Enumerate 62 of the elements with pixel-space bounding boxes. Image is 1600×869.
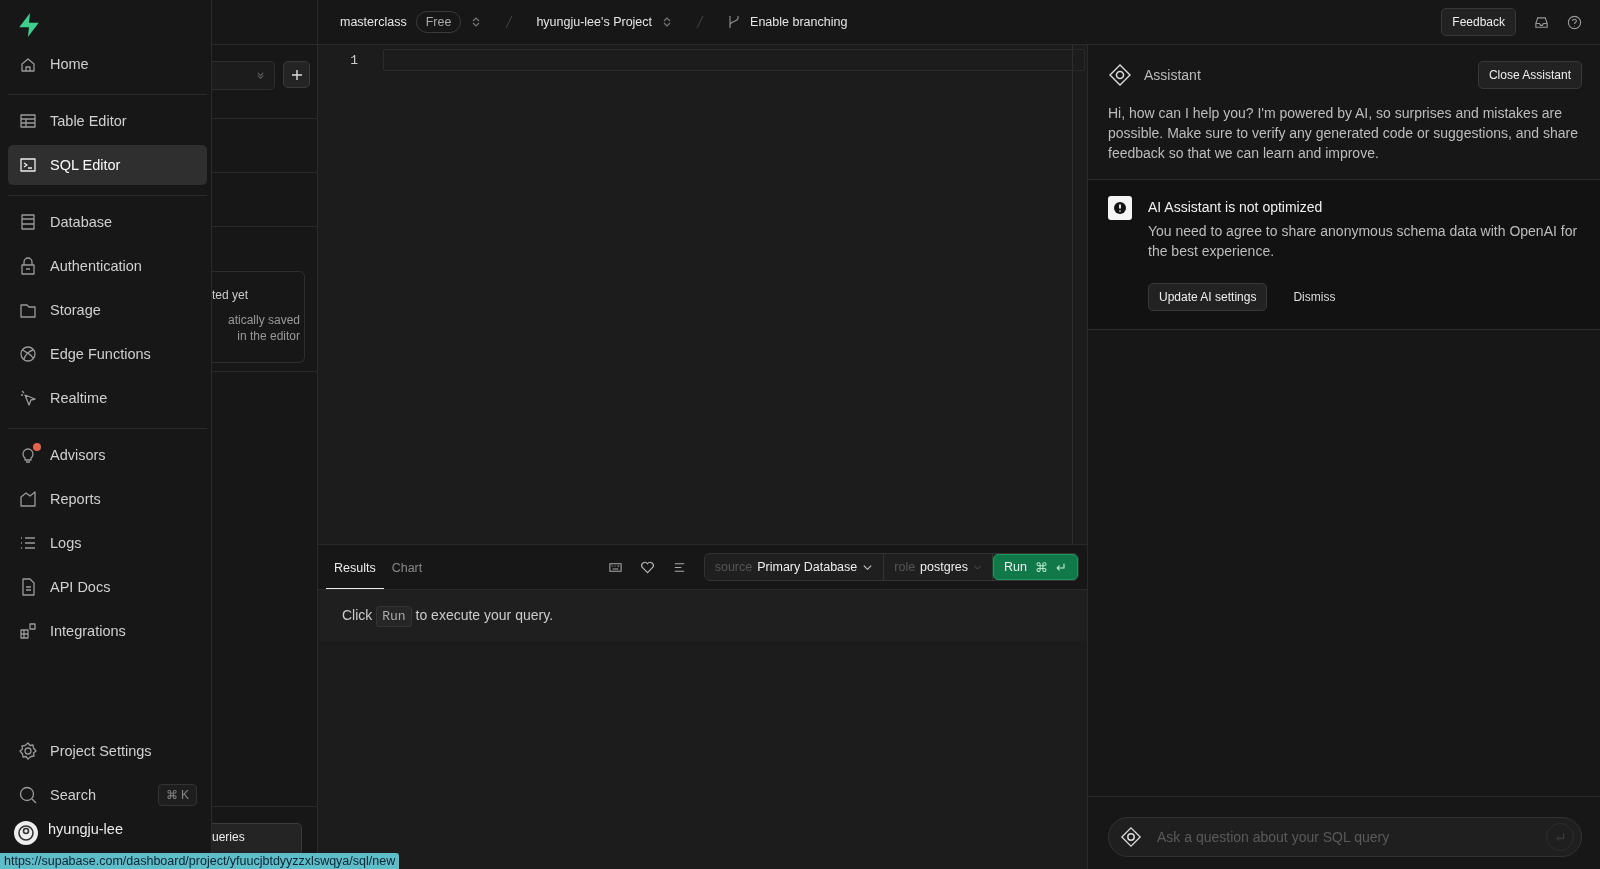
slash-icon <box>696 15 705 29</box>
branching-link[interactable]: Enable branching <box>750 15 848 29</box>
nav-item[interactable]: Integrations <box>8 611 207 651</box>
nav-item[interactable]: API Docs <box>8 567 207 607</box>
empty-title: ted yet <box>212 288 249 302</box>
org-name[interactable]: masterclass <box>340 15 407 29</box>
update-settings-button[interactable]: Update AI settings <box>1148 283 1268 311</box>
nav-item[interactable]: Reports <box>8 479 207 519</box>
nav-item[interactable]: Realtime <box>8 378 207 418</box>
nav-item[interactable]: Table Editor <box>8 101 207 141</box>
nav-item[interactable]: SQL Editor <box>8 145 207 185</box>
globe-icon <box>18 344 38 364</box>
alert-icon <box>1108 196 1132 220</box>
notice-text: You need to agree to share anonymous schema data with OpenAI for the best experience. <box>1148 222 1579 261</box>
help-icon[interactable] <box>1567 14 1582 30</box>
project-name[interactable]: hyungju-lee's Project <box>536 15 653 29</box>
empty-description: in the editor <box>237 328 301 344</box>
search-button[interactable]: Search ⌘ K <box>8 775 207 815</box>
chart-icon <box>18 489 38 509</box>
close-assistant-button[interactable]: Close Assistant <box>1477 61 1582 89</box>
inbox-icon[interactable] <box>1534 14 1549 30</box>
plus-icon <box>290 68 303 81</box>
nav-item[interactable]: Edge Functions <box>8 334 207 374</box>
empty-description: atically saved <box>227 312 301 328</box>
dismiss-button[interactable]: Dismiss <box>1283 284 1346 310</box>
enter-icon <box>1553 830 1567 844</box>
settings-icon <box>18 741 38 761</box>
chevron-down-icon <box>255 70 266 81</box>
database-icon <box>18 212 38 232</box>
feedback-button[interactable]: Feedback <box>1441 8 1516 36</box>
nav-item[interactable]: Project Settings <box>8 731 207 771</box>
results-tab[interactable]: Results <box>326 547 384 589</box>
status-url: https://supabase.com/dashboard/project/yfuucjbtdyyzzxlswqya/sql/new <box>0 853 400 869</box>
results-tab[interactable]: Chart <box>383 547 431 589</box>
assistant-title: Assistant <box>1144 67 1201 83</box>
nav-item[interactable]: Authentication <box>8 246 207 286</box>
heart-icon[interactable] <box>639 559 655 575</box>
nav-item[interactable]: Storage <box>8 290 207 330</box>
table-icon <box>18 111 38 131</box>
branch-icon <box>727 15 742 29</box>
search-icon <box>18 785 38 805</box>
lock-icon <box>18 256 38 276</box>
run-button[interactable]: Run ⌘ ↵ <box>993 554 1078 580</box>
slash-icon <box>505 15 514 29</box>
question-field[interactable]: Ask a question about your SQL query <box>1108 817 1582 857</box>
results-hint: Click Run to execute your query. <box>342 607 553 624</box>
avatar-icon[interactable] <box>14 821 38 845</box>
assistant-icon <box>1108 63 1132 87</box>
nav-item[interactable]: Database <box>8 202 207 242</box>
queries-button[interactable]: ueries <box>212 823 302 855</box>
nav-item[interactable]: Advisors <box>8 435 207 475</box>
blocks-icon <box>18 621 38 641</box>
assistant-icon <box>1120 826 1142 848</box>
line-number: 1 <box>349 52 358 68</box>
add-button[interactable] <box>283 61 310 88</box>
shortcut-key: ⌘ K <box>157 784 197 806</box>
nav-item[interactable]: Home <box>8 44 207 84</box>
cursor-icon <box>18 388 38 408</box>
nav-item[interactable]: Logs <box>8 523 207 563</box>
user-name: hyungju-lee <box>48 821 123 837</box>
terminal-icon <box>18 155 38 175</box>
notice-title: AI Assistant is not optimized <box>1148 199 1324 215</box>
